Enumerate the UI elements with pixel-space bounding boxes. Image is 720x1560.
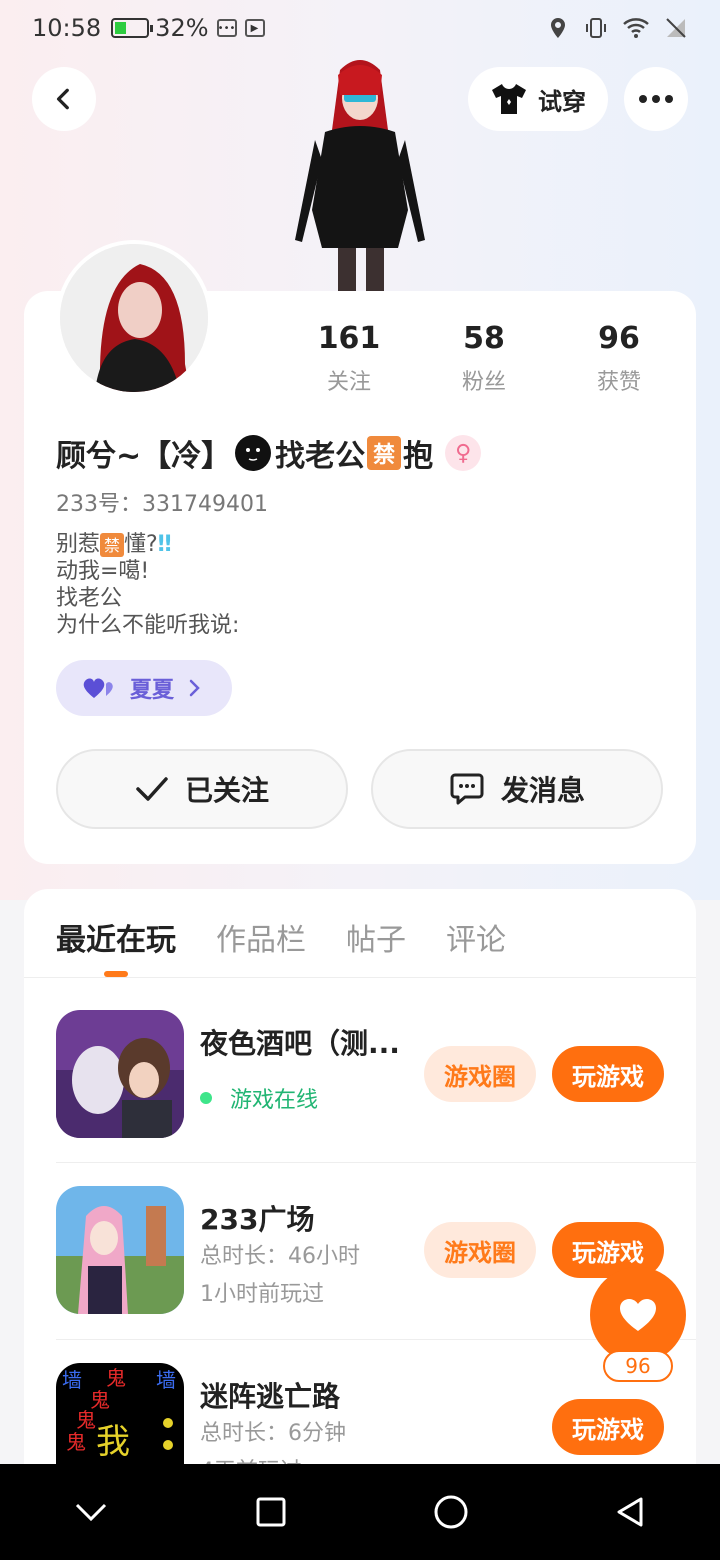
online-dot-icon [200,1092,212,1104]
play-game-button[interactable]: 玩游戏 [552,1399,664,1455]
tab-divider [24,977,696,978]
game-online-status: 游戏在线 [200,1082,318,1114]
followed-button[interactable]: 已关注 [56,749,348,829]
game-circle-button[interactable]: 游戏圈 [424,1222,536,1278]
chevron-right-icon [189,679,200,697]
profile-avatar[interactable] [56,240,212,396]
collapse-chevron-icon[interactable] [73,1500,109,1524]
nickname-part1: 顾兮~【冷】 [56,439,232,474]
profile-stats: 161 关注 58 粉丝 96 获赞 [314,321,654,396]
status-bar: 10:58 32% ••• ▶ [0,0,720,56]
dark-face-emoji-icon [235,435,272,471]
stat-likes[interactable]: 96 获赞 [584,321,654,396]
tab-recently-played[interactable]: 最近在玩 [56,915,176,959]
bond-partner-chip[interactable]: 夏夏 [56,660,232,716]
double-exclamation-icon: ‼ [157,532,172,557]
system-navigation-bar [0,1464,720,1560]
profile-tabs: 最近在玩 作品栏 帖子 评论 [56,915,506,959]
followed-label: 已关注 [184,774,269,807]
avatar-3d-character[interactable] [280,50,440,295]
play-game-button[interactable]: 玩游戏 [552,1046,664,1102]
nickname-part3: 抱 [403,439,434,474]
bio-line4: 为什么不能听我说: [56,613,240,638]
profile-nickname: 顾兮~【冷】 找老公 禁 抱 ♀ [56,431,482,475]
heart-icon [620,1299,656,1331]
try-on-label: 试穿 [538,87,586,116]
try-on-button[interactable]: 试穿 [468,67,608,131]
like-count-badge: 96 [603,1350,673,1382]
female-gender-icon: ♀ [445,435,482,471]
svg-text:鬼: 鬼 [66,1430,86,1454]
stat-following[interactable]: 161 关注 [314,321,384,396]
game-name: 夜色酒吧（测... [200,1027,400,1060]
user-id: 233号：331749401 [56,492,268,517]
chat-bubble-icon [450,773,484,805]
status-time: 10:58 [32,14,102,42]
row-divider [56,1162,696,1163]
like-button[interactable] [590,1267,686,1363]
game-last-played: 1小时前玩过 [200,1282,324,1307]
stat-fans-label: 粉丝 [461,370,506,395]
bio-line1-a: 别惹 [56,532,101,557]
game-duration: 总时长：46小时 [200,1244,360,1269]
stat-fans[interactable]: 58 粉丝 [449,321,519,396]
svg-text:鬼: 鬼 [76,1408,96,1432]
media-notification-icon: ▶ [244,19,265,37]
more-options-button[interactable] [624,67,688,131]
bio-forbid-tag: 禁 [100,533,125,557]
no-signal-icon [666,18,686,38]
back-button[interactable] [32,67,96,131]
game-icon-233-plaza[interactable] [56,1186,184,1314]
bond-partner-name: 夏夏 [130,678,175,703]
svg-text:墙: 墙 [156,1368,176,1392]
game-name: 233广场 [200,1203,315,1236]
game-row[interactable]: 233广场 总时长：46小时 1小时前玩过 游戏圈 玩游戏 [56,1186,664,1316]
recent-apps-icon[interactable] [255,1496,287,1528]
tab-posts[interactable]: 帖子 [346,915,406,959]
more-dots-icon [639,95,673,103]
location-icon [551,18,565,38]
nickname-part2: 找老公 [275,439,366,474]
forbid-tag: 禁 [367,436,402,470]
stat-following-label: 关注 [326,370,371,395]
tshirt-icon [492,84,526,114]
battery-percent: 32% [155,14,209,42]
game-circle-button[interactable]: 游戏圈 [424,1046,536,1102]
svg-text:墙: 墙 [62,1368,82,1392]
game-duration: 总时长：6分钟 [200,1421,346,1446]
message-notification-icon: ••• [216,19,237,37]
chevron-left-icon [56,88,69,110]
game-status-text: 游戏在线 [230,1088,319,1113]
svg-text:我: 我 [96,1422,130,1462]
send-message-label: 发消息 [500,774,585,807]
game-name: 迷阵逃亡路 [200,1380,341,1413]
avatar-image [60,244,208,392]
home-icon[interactable] [433,1494,469,1530]
tab-works[interactable]: 作品栏 [216,915,306,959]
check-icon [136,777,168,801]
stat-fans-count: 58 [463,321,505,356]
hearts-icon [83,678,113,698]
bio-line2: 动我=噶! [56,559,150,584]
profile-bio: 别惹禁懂?‼ 动我=噶! 找老公 为什么不能听我说: [56,531,239,639]
game-row[interactable]: 夜色酒吧（测... 游戏在线 游戏圈 玩游戏 [56,1010,664,1140]
stat-following-count: 161 [317,321,381,356]
svg-text:鬼: 鬼 [106,1366,126,1390]
battery-icon [111,18,154,38]
send-message-button[interactable]: 发消息 [371,749,663,829]
game-icon-night-bar[interactable] [56,1010,184,1138]
stat-likes-label: 获赞 [596,370,641,395]
wifi-icon [623,18,649,38]
tab-comments[interactable]: 评论 [446,915,506,959]
bio-line3: 找老公 [56,586,123,611]
content-card: 最近在玩 作品栏 帖子 评论 夜色酒吧（测... 游戏在线 游戏圈 玩游戏 23… [24,889,696,1491]
bio-line1-b: 懂? [124,532,158,557]
vibrate-icon [586,18,606,38]
stat-likes-count: 96 [598,321,640,356]
back-triangle-icon[interactable] [615,1496,647,1528]
